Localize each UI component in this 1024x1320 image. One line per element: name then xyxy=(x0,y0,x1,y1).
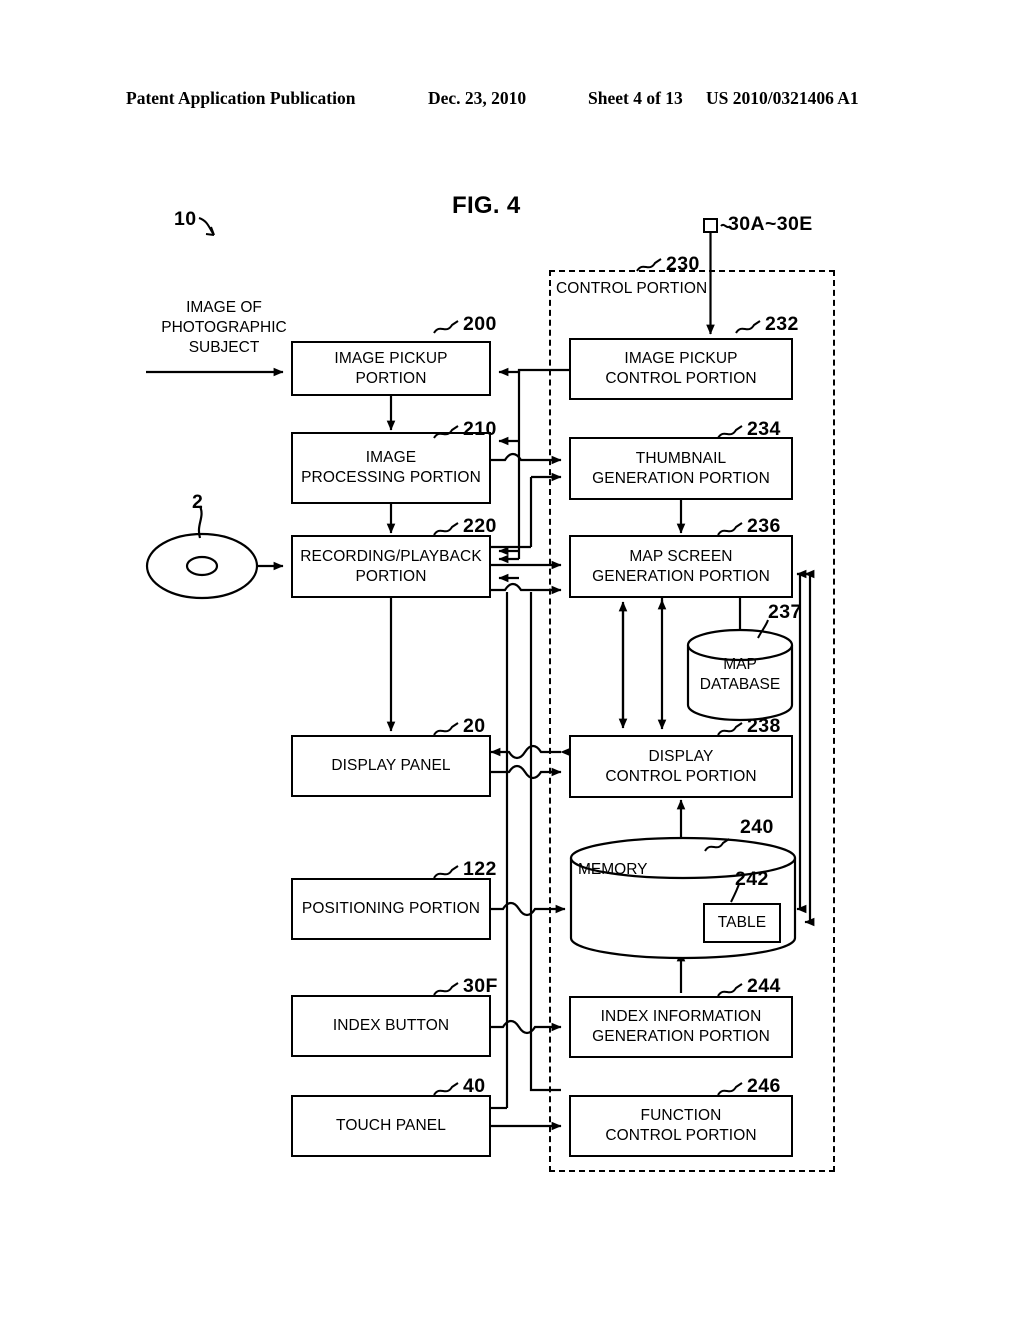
header-document-number: US 2010/0321406 A1 xyxy=(706,88,859,108)
block-label: TOUCH PANEL xyxy=(336,1117,446,1135)
ref-20: 20 xyxy=(463,715,486,737)
block-label: INDEX BUTTON xyxy=(332,1017,450,1035)
block-label: DISPLAY CONTROL PORTION xyxy=(605,747,757,785)
ref-234: 234 xyxy=(747,418,781,440)
ref-236: 236 xyxy=(747,515,781,537)
ref-238: 238 xyxy=(747,715,781,737)
header-date: Dec. 23, 2010 xyxy=(428,88,527,108)
ref-244: 244 xyxy=(747,975,781,997)
ref-40: 40 xyxy=(463,1075,486,1097)
ref-200: 200 xyxy=(463,313,497,335)
block-label: IMAGE PICKUP CONTROL PORTION xyxy=(605,350,757,387)
ref-232: 232 xyxy=(765,313,799,335)
block-label: TABLE xyxy=(717,914,767,932)
block-touch-panel[interactable]: TOUCH PANEL xyxy=(291,1095,491,1157)
block-table[interactable]: TABLE xyxy=(703,903,781,943)
control-portion-label: CONTROL PORTION xyxy=(556,280,708,297)
ref-230-control-portion: 230 xyxy=(666,253,700,275)
external-button-symbol xyxy=(703,218,718,233)
block-label: FUNCTION CONTROL PORTION xyxy=(605,1107,757,1144)
ref-220: 220 xyxy=(463,515,497,537)
ref-237: 237 xyxy=(768,601,802,623)
block-map-database-label: MAP DATABASE xyxy=(699,656,781,693)
page-header: Patent Application Publication Dec. 23, … xyxy=(0,88,1024,114)
ref-210: 210 xyxy=(463,418,497,440)
block-index-information-generation-portion[interactable]: INDEX INFORMATION GENERATION PORTION xyxy=(569,996,793,1058)
ref-2-recording-media: 2 xyxy=(192,491,204,513)
block-label: DISPLAY PANEL xyxy=(331,757,451,775)
block-map-screen-generation-portion[interactable]: MAP SCREEN GENERATION PORTION xyxy=(569,535,793,598)
ref-30f: 30F xyxy=(463,975,498,997)
block-label: RECORDING/PLAYBACK PORTION xyxy=(300,547,482,585)
block-label: IMAGE PROCESSING PORTION xyxy=(301,449,481,486)
input-signal-label: IMAGE OF PHOTOGRAPHIC SUBJECT xyxy=(161,299,287,357)
block-image-pickup-portion[interactable]: IMAGE PICKUP PORTION xyxy=(291,341,491,396)
ref-30a-30e: 30A~30E xyxy=(728,213,813,235)
block-memory-label: MEMORY xyxy=(578,861,648,878)
block-display-control-portion[interactable]: DISPLAY CONTROL PORTION xyxy=(569,735,793,798)
block-display-panel[interactable]: DISPLAY PANEL xyxy=(291,735,491,797)
header-publication: Patent Application Publication xyxy=(126,88,356,108)
block-label: INDEX INFORMATION GENERATION PORTION xyxy=(592,1008,770,1045)
block-label: MAP SCREEN GENERATION PORTION xyxy=(592,547,770,585)
block-index-button[interactable]: INDEX BUTTON xyxy=(291,995,491,1057)
block-label: IMAGE PICKUP PORTION xyxy=(334,349,448,387)
ref-10-system: 10 xyxy=(174,208,197,230)
block-label: POSITIONING PORTION xyxy=(301,900,481,918)
ref-242: 242 xyxy=(735,868,769,890)
header-sheet: Sheet 4 of 13 xyxy=(588,88,683,108)
ref-246: 246 xyxy=(747,1075,781,1097)
patent-drawing-sheet: Patent Application Publication Dec. 23, … xyxy=(0,0,1024,1320)
block-image-pickup-control-portion[interactable]: IMAGE PICKUP CONTROL PORTION xyxy=(569,338,793,400)
block-label: THUMBNAIL GENERATION PORTION xyxy=(592,449,770,487)
block-positioning-portion[interactable]: POSITIONING PORTION xyxy=(291,878,491,940)
block-thumbnail-generation-portion[interactable]: THUMBNAIL GENERATION PORTION xyxy=(569,437,793,500)
ref-122: 122 xyxy=(463,858,497,880)
block-recording-playback-portion[interactable]: RECORDING/PLAYBACK PORTION xyxy=(291,535,491,598)
block-image-processing-portion[interactable]: IMAGE PROCESSING PORTION xyxy=(291,432,491,504)
ref-240: 240 xyxy=(740,816,774,838)
figure-title: FIG. 4 xyxy=(452,192,521,219)
block-function-control-portion[interactable]: FUNCTION CONTROL PORTION xyxy=(569,1095,793,1157)
